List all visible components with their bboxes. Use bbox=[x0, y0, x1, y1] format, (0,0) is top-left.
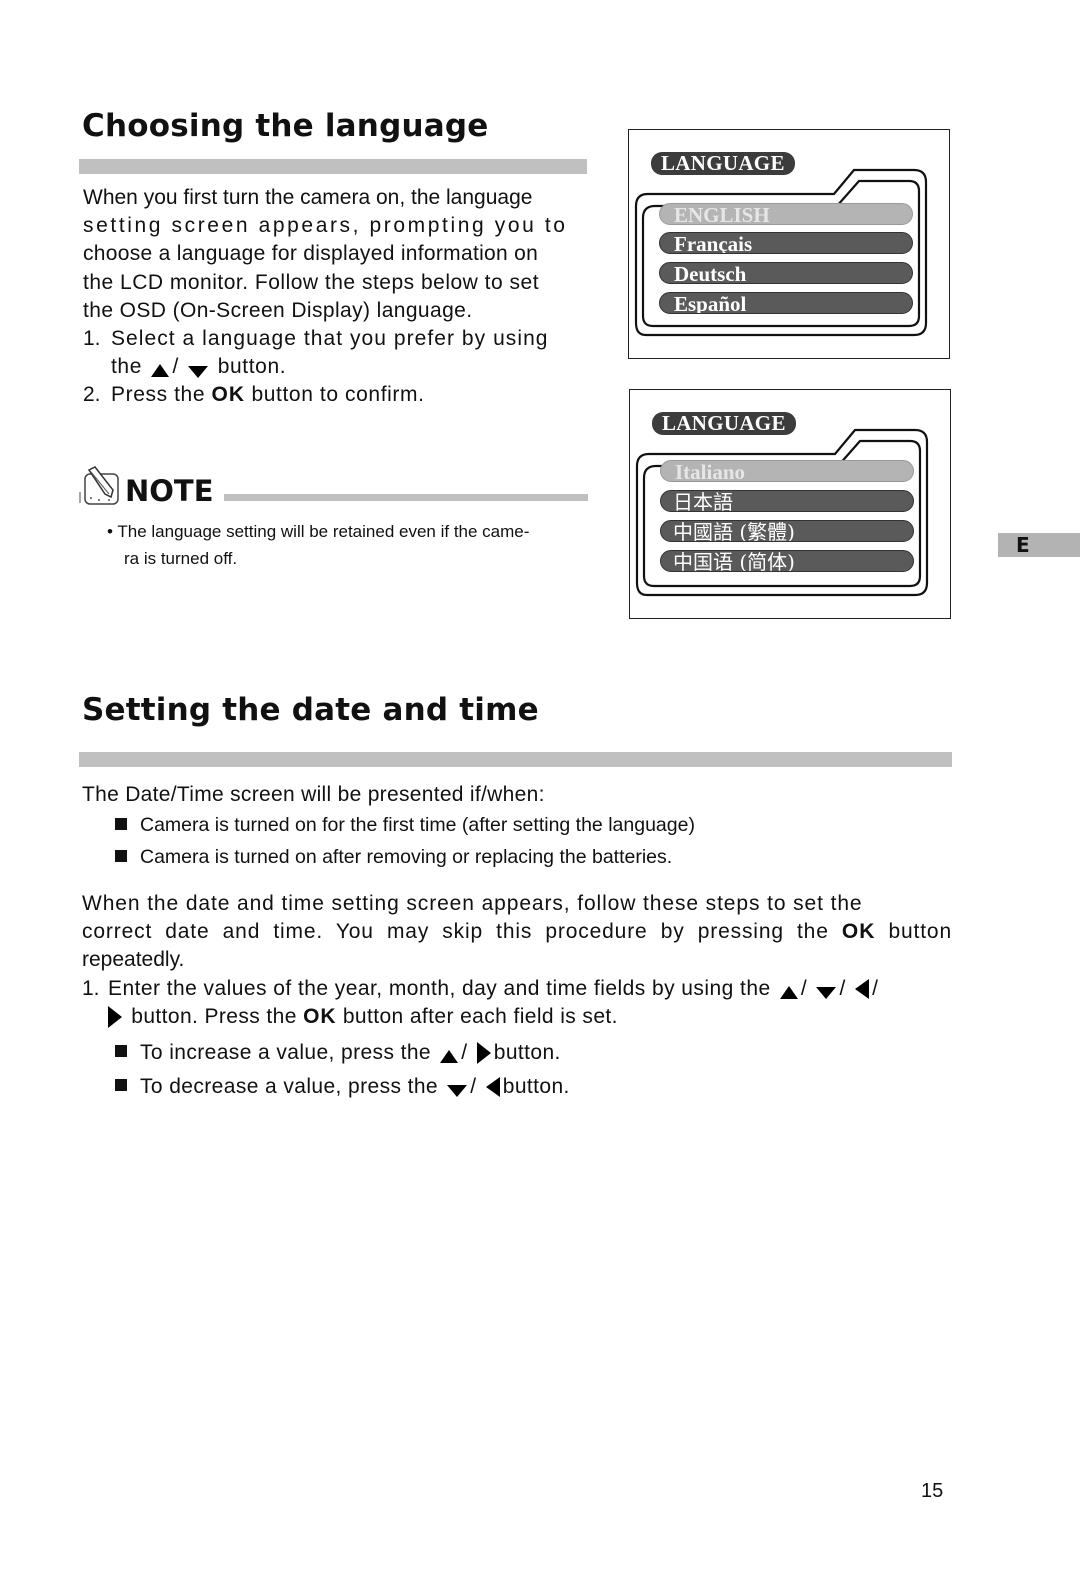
condition-text: Camera is turned on after removing or re… bbox=[140, 846, 673, 868]
step-text: button. Press the bbox=[131, 1004, 297, 1028]
separator: / bbox=[172, 355, 179, 379]
step-text: button after each field is set. bbox=[342, 1004, 618, 1028]
note-header: NOTE bbox=[79, 466, 588, 506]
step-number: 1. bbox=[82, 976, 100, 1000]
separator: / bbox=[800, 976, 808, 1000]
intro-line: the OSD (On-Screen Display) language. bbox=[83, 298, 473, 322]
separator: / bbox=[470, 1075, 477, 1099]
note-text: ra is turned off. bbox=[124, 549, 238, 568]
step-2: 2. Press the OK button to confirm. bbox=[83, 381, 586, 409]
step-number: 1. bbox=[83, 327, 101, 351]
up-triangle-icon bbox=[779, 985, 798, 999]
intro-line: choose a language for displayed informat… bbox=[83, 242, 539, 266]
instruction-line: correct date and time. You may skip this… bbox=[82, 918, 952, 946]
note-rule bbox=[223, 494, 588, 501]
step-text-line2: the / button. bbox=[111, 353, 549, 381]
conditions-lead: The Date/Time screen will be presented i… bbox=[82, 783, 545, 806]
language-option-japanese[interactable]: 日本語 bbox=[660, 490, 914, 512]
language-option-italiano[interactable]: Italiano bbox=[660, 460, 914, 482]
step-1: 1. Select a language that you prefer by … bbox=[83, 325, 586, 381]
pencil-note-icon bbox=[79, 466, 119, 505]
step-text: Enter the values of the year, month, day… bbox=[108, 976, 771, 1000]
decrease-text: To decrease a value, press the bbox=[140, 1075, 439, 1099]
ok-button-label: OK bbox=[303, 1004, 337, 1028]
step-text-line: Enter the values of the year, month, day… bbox=[108, 975, 878, 1003]
step-text-line: button. Press the OK button after each f… bbox=[108, 1003, 878, 1031]
language-option-espanol[interactable]: Español bbox=[659, 292, 913, 314]
section-rule bbox=[79, 159, 587, 174]
page-number: 15 bbox=[921, 1480, 944, 1502]
square-bullet-icon bbox=[115, 1079, 127, 1092]
separator: / bbox=[839, 976, 846, 1000]
left-triangle-icon bbox=[855, 979, 870, 1000]
lcd-language-screen-1: LANGUAGE ENGLISH Français Deutsch Españo… bbox=[628, 129, 950, 359]
language-intro: When you first turn the camera on, the l… bbox=[83, 184, 586, 410]
step-text: Select a language that you prefer by usi… bbox=[111, 327, 549, 351]
language-option-chinese-traditional[interactable]: 中國語 (繁體) bbox=[660, 520, 914, 542]
section-title-language: Choosing the language bbox=[82, 108, 489, 144]
note-body: • The language setting will be retained … bbox=[107, 518, 587, 572]
instruction-line: When the date and time setting screen ap… bbox=[82, 892, 863, 915]
language-option-english[interactable]: ENGLISH bbox=[659, 203, 913, 225]
step-text: the bbox=[111, 355, 142, 379]
bullet-dot: • bbox=[107, 522, 113, 541]
up-triangle-icon bbox=[151, 364, 170, 378]
language-side-tab: E bbox=[998, 533, 1080, 557]
decrease-text: button. bbox=[502, 1075, 570, 1099]
condition-text: Camera is turned on for the first time (… bbox=[140, 814, 695, 836]
intro-line: the LCD monitor. Follow the steps below … bbox=[83, 270, 540, 294]
down-triangle-icon bbox=[447, 1085, 468, 1098]
down-triangle-icon bbox=[816, 987, 837, 1000]
square-bullet-icon bbox=[115, 817, 127, 830]
increase-text: To increase a value, press the bbox=[140, 1041, 431, 1065]
separator: / bbox=[872, 976, 879, 1000]
ok-button-label: OK bbox=[211, 383, 246, 407]
language-option-deutsch[interactable]: Deutsch bbox=[659, 262, 913, 284]
increase-text: button. bbox=[493, 1041, 561, 1065]
note-title: NOTE bbox=[125, 474, 214, 508]
up-triangle-icon bbox=[440, 1049, 459, 1063]
intro-line: When you first turn the camera on, the l… bbox=[83, 186, 533, 209]
condition-item: Camera is turned on after removing or re… bbox=[82, 841, 952, 873]
square-bullet-icon bbox=[115, 849, 127, 862]
instruction-text: button bbox=[888, 920, 952, 944]
step-text: button to confirm. bbox=[251, 383, 425, 407]
ok-button-label: OK bbox=[841, 920, 876, 944]
lcd-tab-label: LANGUAGE bbox=[652, 412, 796, 435]
step-text-line: Press the OK button to confirm. bbox=[111, 381, 425, 409]
down-triangle-icon bbox=[188, 365, 209, 378]
language-option-francais[interactable]: Français bbox=[659, 232, 913, 254]
increase-item: To increase a value, press the / button. bbox=[82, 1036, 952, 1070]
language-option-chinese-simplified[interactable]: 中国语 (简体) bbox=[660, 550, 914, 572]
separator: / bbox=[461, 1041, 468, 1065]
date-time-conditions: The Date/Time screen will be presented i… bbox=[82, 781, 952, 873]
instruction-line: repeatedly. bbox=[82, 948, 185, 972]
left-triangle-icon bbox=[485, 1077, 500, 1098]
note-text: The language setting will be retained ev… bbox=[117, 522, 530, 541]
step-text: Press the bbox=[111, 383, 206, 407]
right-triangle-icon bbox=[476, 1042, 491, 1065]
note-line-1: • The language setting will be retained … bbox=[107, 518, 587, 545]
step-number: 2. bbox=[83, 383, 101, 407]
decrease-item: To decrease a value, press the / button. bbox=[82, 1070, 952, 1104]
section-title-date-time: Setting the date and time bbox=[82, 692, 539, 728]
lcd-tab-label: LANGUAGE bbox=[651, 152, 795, 175]
condition-item: Camera is turned on for the first time (… bbox=[82, 809, 952, 841]
date-step-1: 1. Enter the values of the year, month, … bbox=[82, 975, 952, 1031]
intro-line: setting screen appears, prompting you to bbox=[83, 214, 568, 238]
section-rule bbox=[79, 752, 952, 767]
instruction-text: correct date and time. You may skip this… bbox=[82, 920, 829, 944]
step-text: button. bbox=[217, 355, 287, 379]
date-time-instructions: When the date and time setting screen ap… bbox=[82, 890, 952, 1104]
right-triangle-icon bbox=[108, 1006, 122, 1029]
square-bullet-icon bbox=[115, 1045, 127, 1058]
lcd-language-screen-2: LANGUAGE Italiano 日本語 中國語 (繁體) 中国语 (简体) bbox=[629, 389, 951, 619]
